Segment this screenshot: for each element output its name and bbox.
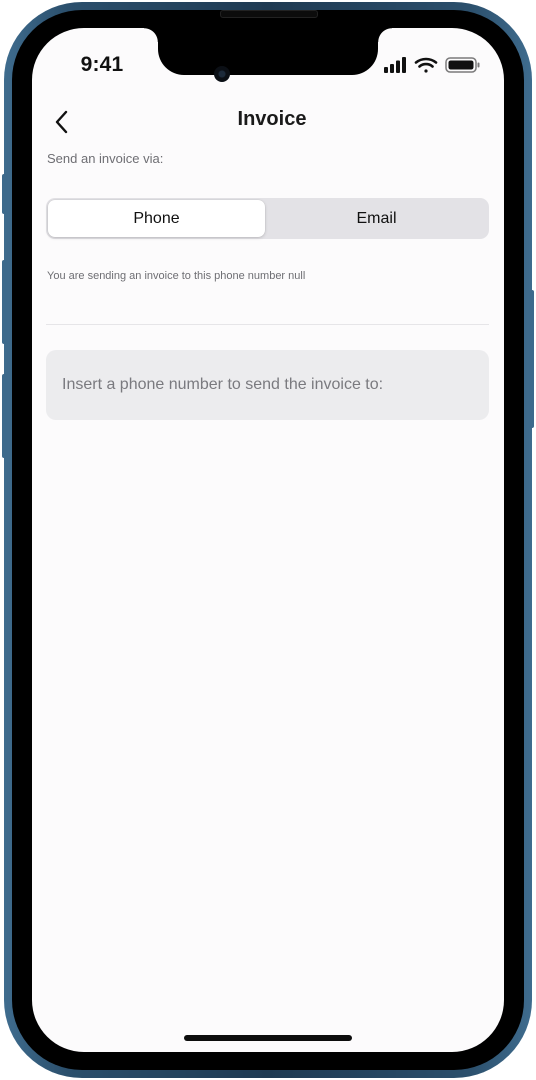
segment-email[interactable]: Email [268, 200, 485, 237]
volume-down-button [2, 374, 7, 458]
mute-switch [2, 174, 7, 214]
home-indicator[interactable] [184, 1035, 352, 1041]
front-camera [214, 66, 230, 82]
volume-up-button [2, 260, 7, 344]
cellular-signal-icon [384, 57, 406, 73]
power-button [529, 290, 534, 428]
divider [46, 324, 489, 325]
page-title: Invoice [237, 108, 307, 130]
notch [144, 28, 392, 75]
battery-icon [445, 57, 480, 73]
wifi-icon [414, 57, 438, 73]
chevron-left-icon [55, 110, 68, 134]
screen: 9:41 Invoice Send an invoice via: Phone … [32, 28, 504, 1052]
send-via-label: Send an invoice via: [47, 151, 164, 166]
earpiece-speaker [220, 10, 318, 18]
status-time: 9:41 [80, 53, 124, 76]
back-button[interactable] [50, 108, 74, 136]
recipient-info-text: You are sending an invoice to this phone… [47, 270, 306, 282]
status-icons [382, 55, 482, 75]
phone-number-input[interactable] [46, 350, 489, 420]
segment-phone[interactable]: Phone [48, 200, 265, 237]
send-method-segmented-control: Phone Email [46, 198, 489, 239]
